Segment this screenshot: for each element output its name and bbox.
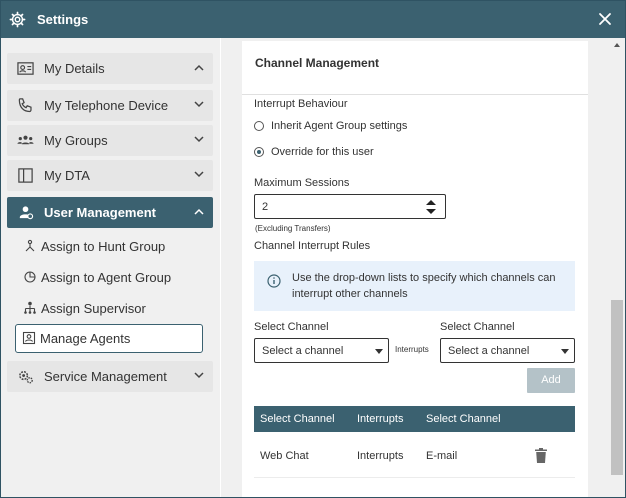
sidebar-item-label: My Groups (44, 133, 108, 148)
sub-item-label: Assign to Hunt Group (41, 239, 166, 254)
sidebar-item-user-management[interactable]: User Management (7, 197, 213, 228)
radio-inherit-label[interactable]: Inherit Agent Group settings (271, 120, 407, 132)
sidebar-item-label: Service Management (44, 369, 167, 384)
sidebar-item-my-details[interactable]: My Details (7, 53, 213, 84)
sub-item-label: Manage Agents (40, 331, 131, 346)
sidebar-item-label: My Telephone Device (44, 98, 169, 113)
chevron-down-icon (194, 372, 204, 379)
column-header: Interrupts (357, 413, 404, 425)
hierarchy-icon (24, 301, 36, 314)
sub-item-assign-supervisor[interactable]: Assign Supervisor (15, 294, 203, 323)
user-gear-icon (19, 206, 34, 220)
max-sessions-value: 2 (262, 201, 269, 213)
radio-override-label[interactable]: Override for this user (271, 146, 374, 158)
table-cell: Interrupts (357, 450, 404, 462)
agent-group-icon (24, 271, 36, 283)
chevron-down-icon (194, 171, 204, 178)
phone-icon (18, 98, 32, 113)
close-icon[interactable] (595, 9, 615, 29)
radio-override[interactable] (254, 147, 264, 157)
caret-down-icon (561, 349, 569, 354)
chevron-down-icon (194, 136, 204, 143)
window-title: Settings (37, 12, 89, 27)
panel-icon (18, 168, 33, 183)
spin-arrows-icon[interactable] (426, 199, 436, 215)
chevron-up-icon (194, 64, 204, 71)
card-title: Channel Management (255, 56, 380, 70)
column-header: Select Channel (260, 413, 335, 425)
max-sessions-stepper[interactable]: 2 (254, 194, 446, 219)
sub-item-assign-agent-group[interactable]: Assign to Agent Group (15, 263, 203, 292)
title-bar: Settings (1, 1, 625, 38)
caret-down-icon (375, 349, 383, 354)
scroll-up-icon[interactable] (614, 43, 620, 47)
info-box: Use the drop-down lists to specify which… (254, 261, 575, 311)
select-channel-label-2: Select Channel (440, 321, 515, 333)
add-button[interactable]: Add (527, 368, 575, 393)
sidebar-item-label: My DTA (44, 168, 90, 183)
table-cell: E-mail (426, 450, 458, 462)
sub-item-manage-agents[interactable]: Manage Agents (15, 324, 203, 353)
contact-card-icon (17, 62, 34, 75)
info-icon (267, 274, 281, 288)
column-header: Select Channel (426, 413, 501, 425)
channel-interrupt-rules-label: Channel Interrupt Rules (254, 240, 371, 252)
table-cell: Web Chat (260, 450, 309, 462)
select-channel-source[interactable]: Select a channel (254, 338, 389, 363)
select-placeholder: Select a channel (448, 345, 530, 357)
scroll-thumb[interactable] (611, 300, 623, 475)
chevron-up-icon (194, 208, 204, 215)
select-channel-label-1: Select Channel (254, 321, 329, 333)
sub-item-assign-hunt-group[interactable]: Assign to Hunt Group (15, 232, 203, 261)
rules-table-header: Select Channel Interrupts Select Channel (254, 406, 575, 432)
sidebar-item-service-management[interactable]: Service Management (7, 361, 213, 392)
trash-icon[interactable] (535, 448, 547, 463)
settings-window: Settings My Details My Telephone Device (0, 0, 626, 498)
group-icon (17, 135, 34, 145)
max-sessions-label: Maximum Sessions (254, 177, 350, 189)
sidebar-item-label: User Management (44, 205, 156, 220)
sidebar-item-label: My Details (44, 61, 105, 76)
sub-item-label: Assign Supervisor (41, 301, 146, 316)
hunt-group-icon (25, 239, 35, 252)
select-channel-target[interactable]: Select a channel (440, 338, 575, 363)
interrupt-behaviour-label: Interrupt Behaviour (254, 98, 348, 110)
sub-item-label: Assign to Agent Group (41, 270, 172, 285)
interrupts-label: Interrupts (395, 345, 429, 354)
sidebar-item-my-dta[interactable]: My DTA (7, 160, 213, 191)
agent-badge-icon (22, 331, 36, 345)
excluding-transfers-note: (Excluding Transfers) (255, 224, 331, 233)
info-text: Use the drop-down lists to specify which… (292, 272, 556, 300)
select-placeholder: Select a channel (262, 345, 344, 357)
radio-inherit[interactable] (254, 121, 264, 131)
chevron-down-icon (194, 101, 204, 108)
sidebar-item-my-telephone-device[interactable]: My Telephone Device (7, 90, 213, 121)
table-row: Web Chat Interrupts E-mail (254, 432, 575, 478)
gears-icon (19, 371, 33, 384)
gear-icon (9, 11, 26, 28)
sidebar-item-my-groups[interactable]: My Groups (7, 125, 213, 156)
vertical-scrollbar[interactable] (609, 38, 625, 497)
